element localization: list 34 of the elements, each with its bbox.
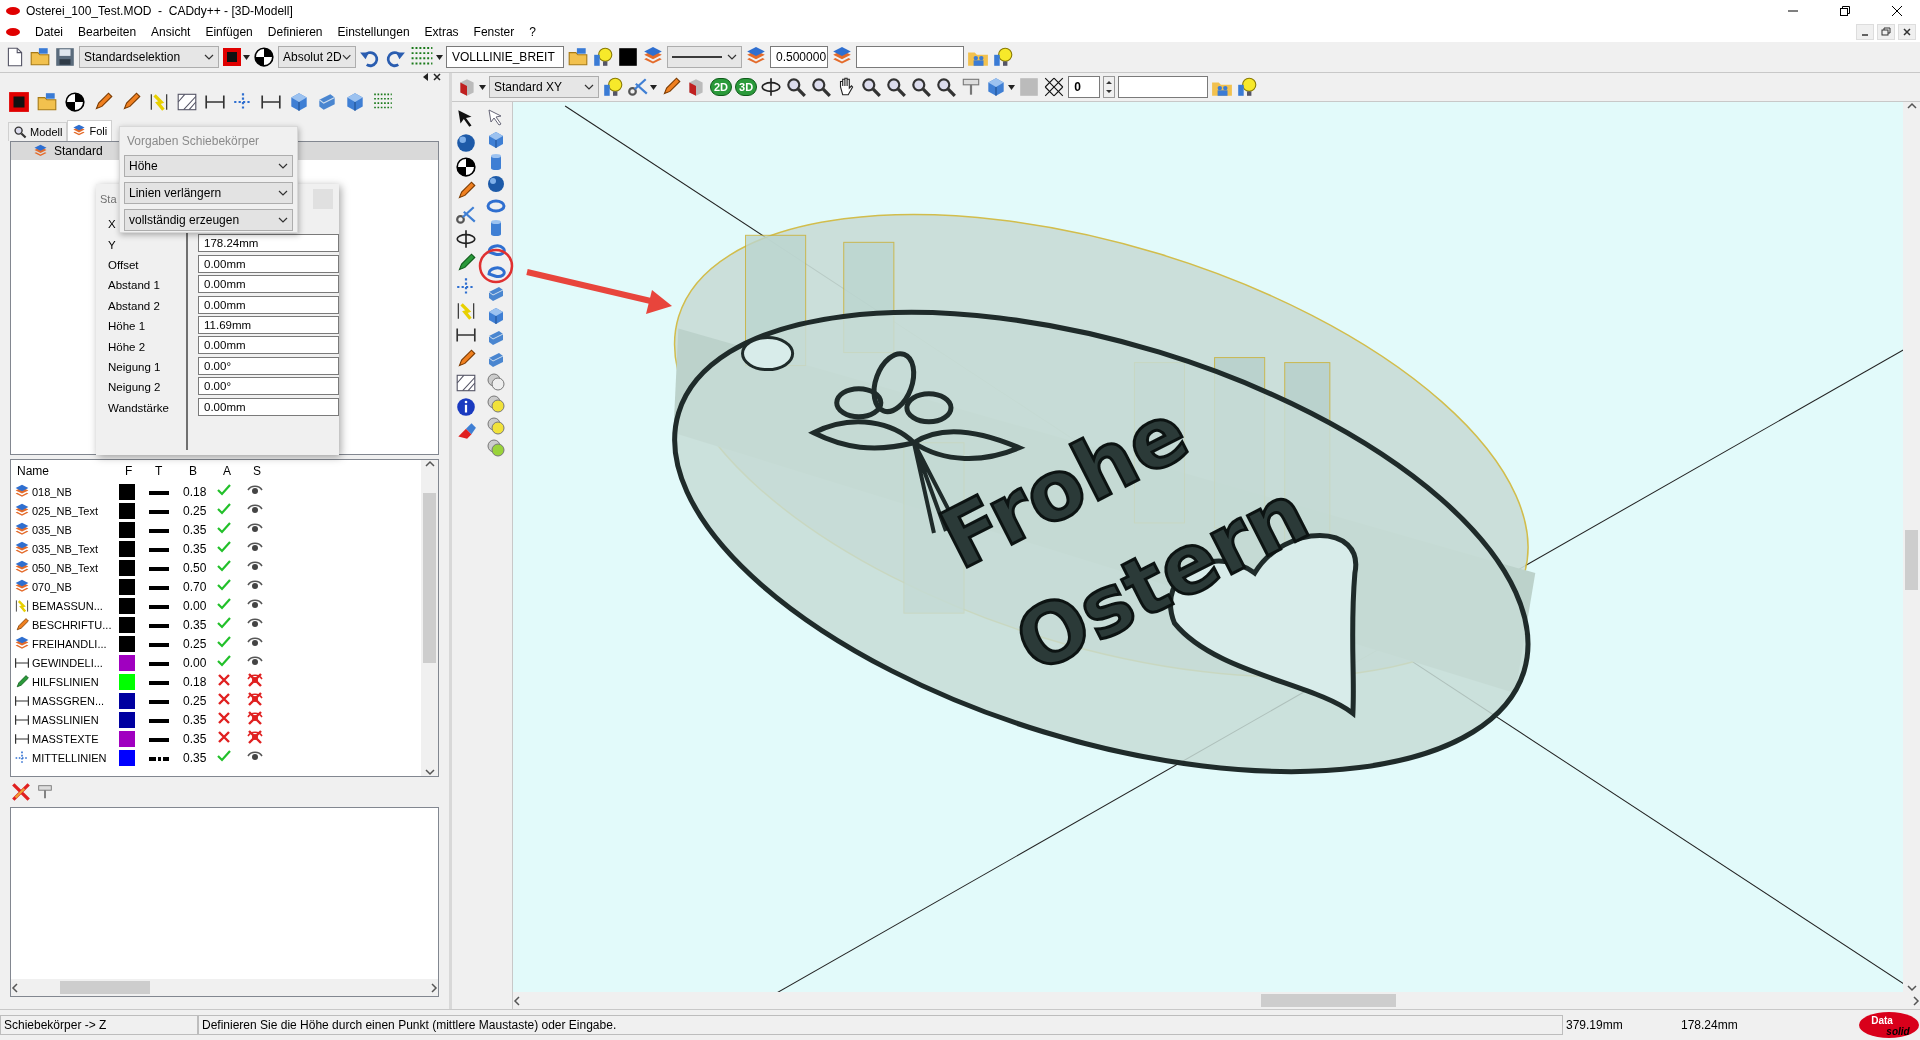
company-logo: Data solid [1858,1011,1920,1039]
line-width: 0.18 [183,484,208,499]
field-label: Neigung 1 [107,359,161,375]
line-width: 0.35 [183,541,208,556]
line-width: 0.18 [183,674,208,689]
status-message: Definieren Sie die Höhe durch einen Punkt (mittlere Maustaste) oder Eingabe. [198,1015,1563,1035]
field-label: X [107,217,116,233]
line-width: 0.25 [183,693,208,708]
line-width: 0.35 [183,712,208,727]
line-width: 0.25 [183,503,208,518]
line-width: 0.50 [183,560,208,575]
line-width: 0.25 [183,636,208,651]
window-title: Osterei_100_Test.MOD - CADdy++ - [3D-Modell] [26,4,294,18]
field-label: Abstand 2 [107,298,160,314]
field-label: Höhe 2 [107,339,146,355]
line-width: 0.00 [183,598,208,613]
line-width: 0.35 [183,750,208,765]
field-label: Abstand 1 [107,278,160,294]
field-label: Höhe 1 [107,319,146,335]
line-width: 0.00 [183,655,208,670]
x-coordinate: 379.19mm [1565,1017,1624,1034]
dialog-title: Sta [100,193,117,205]
field-label: Offset [107,257,139,273]
y-coordinate: 178.24mm [1680,1017,1739,1034]
line-width: 0.70 [183,579,208,594]
line-width: 0.35 [183,731,208,746]
field-label: Wandstärke [107,400,169,416]
line-width: 0.35 [183,522,208,537]
tree-label: Standard [54,144,103,158]
field-label: Neigung 2 [107,380,161,396]
line-width: 0.35 [183,617,208,632]
field-label: Y [107,237,116,253]
popup-title: Vorgaben Schiebekörper [126,133,261,150]
status-mode: Schiebekörper -> Z [0,1015,198,1035]
